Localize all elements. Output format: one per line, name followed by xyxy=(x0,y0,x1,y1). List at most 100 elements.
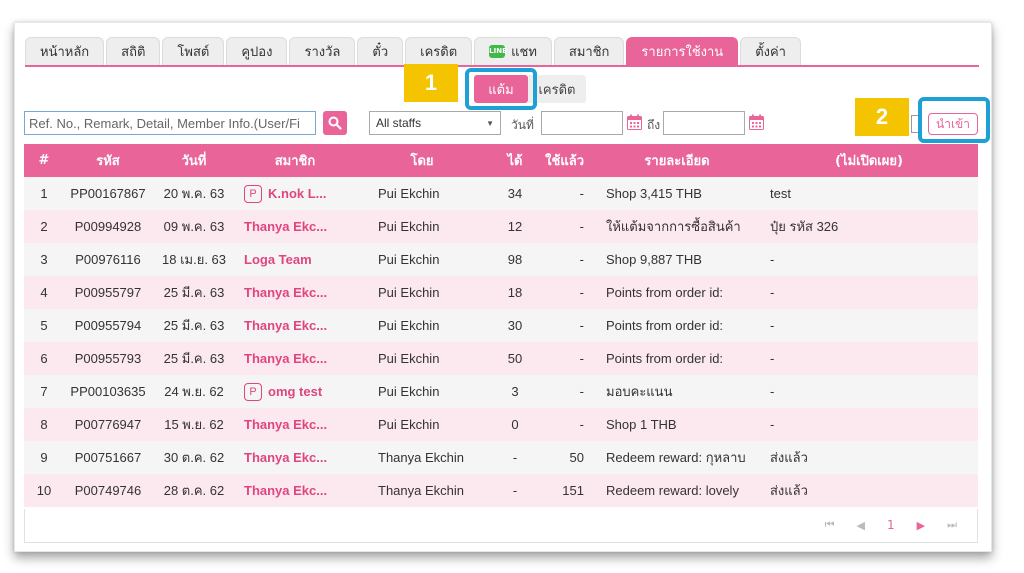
col-member-header[interactable]: สมาชิก xyxy=(236,150,358,171)
member-name-link[interactable]: Thanya Ekc... xyxy=(244,417,327,432)
member-cell[interactable]: Pomg test xyxy=(236,382,358,401)
search-button[interactable] xyxy=(323,111,347,135)
cell-used: - xyxy=(579,384,584,399)
usage-panel: หน้าหลัก สถิติ โพสต์ คูปอง รางวัล ตั๋ว เครดิต L… xyxy=(14,22,992,552)
member-cell[interactable]: Thanya Ekc... xyxy=(236,417,358,432)
cell-code: PP00167867 xyxy=(70,186,146,201)
table-row[interactable]: 8 P00776947 15 พ.ย. 62 Thanya Ekc... Pui Ekc… xyxy=(24,408,978,441)
table-row[interactable]: 9 P00751667 30 ต.ค. 62 Thanya Ekc... Thanya … xyxy=(24,441,978,474)
table-row[interactable]: 1 PP00167867 20 พ.ค. 63 P K.nok L... Pui Ekch… xyxy=(24,177,978,210)
tab-label: สมาชิก xyxy=(568,45,610,60)
search-input[interactable] xyxy=(24,111,316,135)
staff-select[interactable]: All staffs ▼ xyxy=(369,111,501,135)
table-row[interactable]: 7 PP00103635 24 พ.ย. 62 Pomg test Pui Ekchin… xyxy=(24,375,978,408)
tab-stats[interactable]: สถิติ xyxy=(106,37,161,65)
tab-settings[interactable]: ตั้งค่า xyxy=(740,37,801,65)
member-name-link[interactable]: Thanya Ekc... xyxy=(244,219,327,234)
cell-num: 1 xyxy=(40,186,48,201)
tab-label: โพสต์ xyxy=(177,45,210,60)
table-body: 1 PP00167867 20 พ.ค. 63 P K.nok L... Pui Ekch… xyxy=(24,177,978,507)
cell-used: 50 xyxy=(569,450,584,465)
col-private-header[interactable]: (ไม่เปิดเผย) xyxy=(764,150,978,171)
tab-label: เครดิต xyxy=(420,45,458,60)
first-page-icon[interactable]: ⏮ xyxy=(825,518,835,532)
table-header: # รหัส วันที่ สมาชิก โดย ได้ ใช้แล้ว รายละเอียด… xyxy=(24,144,978,177)
cell-detail: Points from order id: xyxy=(606,285,724,300)
member-name-link[interactable]: omg test xyxy=(268,384,322,399)
member-name-link[interactable]: Thanya Ekc... xyxy=(244,285,327,300)
col-by-header[interactable]: โดย xyxy=(358,150,490,171)
tab-home[interactable]: หน้าหลัก xyxy=(25,37,105,65)
col-number-header[interactable]: # xyxy=(24,153,64,168)
member-name-link[interactable]: Loga Team xyxy=(244,252,312,267)
cell-detail: Redeem reward: lovely xyxy=(606,483,739,498)
cell-private: ปุ๋ย รหัส 326 xyxy=(770,219,839,234)
calendar-icon[interactable] xyxy=(749,114,764,130)
member-type-badge: P xyxy=(244,382,262,401)
member-cell[interactable]: Thanya Ekc... xyxy=(236,450,358,465)
tab-usage[interactable]: รายการใช้งาน xyxy=(626,37,739,65)
tab-label: รางวัล xyxy=(304,45,341,60)
col-code-header[interactable]: รหัส xyxy=(64,150,152,171)
cell-detail: Shop 9,887 THB xyxy=(606,252,702,267)
table-row[interactable]: 2 P00994928 09 พ.ค. 63 Thanya Ekc... Pui Ekc… xyxy=(24,210,978,243)
tab-coupons[interactable]: คูปอง xyxy=(226,37,288,65)
next-page-icon[interactable]: ▶ xyxy=(917,519,925,532)
table-row[interactable]: 6 P00955793 25 มี.ค. 63 Thanya Ekc... Pui Ek… xyxy=(24,342,978,375)
date-from-input[interactable] xyxy=(541,111,623,135)
callout-highlight-1 xyxy=(465,68,537,110)
cell-num: 5 xyxy=(40,318,48,333)
cell-private: ส่งแล้ว xyxy=(770,450,808,465)
member-cell[interactable]: Loga Team xyxy=(236,252,358,267)
col-used-header[interactable]: ใช้แล้ว xyxy=(540,150,594,171)
table-row[interactable]: 5 P00955794 25 มี.ค. 63 Thanya Ekc... Pui Ek… xyxy=(24,309,978,342)
cell-got: 50 xyxy=(507,351,523,366)
table-row[interactable]: 3 P00976116 18 เม.ย. 63 Loga Team Pui Ekchin… xyxy=(24,243,978,276)
cell-got: - xyxy=(512,483,518,498)
date-from-label: วันที่ xyxy=(511,118,534,132)
tab-rewards[interactable]: รางวัล xyxy=(289,37,356,65)
cell-private: ส่งแล้ว xyxy=(770,483,808,498)
cell-got: - xyxy=(512,450,518,465)
cell-private: test xyxy=(770,186,791,201)
cell-got: 98 xyxy=(507,252,523,267)
table-row[interactable]: 4 P00955797 25 มี.ค. 63 Thanya Ekc... Pui Ek… xyxy=(24,276,978,309)
calendar-icon[interactable] xyxy=(627,114,642,130)
col-date-header[interactable]: วันที่ xyxy=(152,150,236,171)
tab-members[interactable]: สมาชิก xyxy=(553,37,625,65)
current-page[interactable]: 1 xyxy=(887,518,895,532)
member-cell[interactable]: Thanya Ekc... xyxy=(236,351,358,366)
tab-posts[interactable]: โพสต์ xyxy=(162,37,225,65)
tab-chat[interactable]: LINE แชท xyxy=(474,37,552,65)
table-row[interactable]: 10 P00749746 28 ต.ค. 62 Thanya Ekc... Thanya… xyxy=(24,474,978,507)
cell-detail: Shop 1 THB xyxy=(606,417,677,432)
member-cell[interactable]: Thanya Ekc... xyxy=(236,219,358,234)
prev-page-icon[interactable]: ◀ xyxy=(857,519,865,532)
col-got-header[interactable]: ได้ xyxy=(490,150,540,171)
cell-code: P00955793 xyxy=(74,351,142,366)
member-cell[interactable]: Thanya Ekc... xyxy=(236,285,358,300)
cell-date: 25 มี.ค. 63 xyxy=(163,351,225,366)
member-cell[interactable]: P K.nok L... xyxy=(236,184,358,203)
member-name-link[interactable]: Thanya Ekc... xyxy=(244,450,327,465)
tab-label: หน้าหลัก xyxy=(40,45,90,60)
member-name-link[interactable]: Thanya Ekc... xyxy=(244,351,327,366)
cell-detail: Shop 3,415 THB xyxy=(606,186,702,201)
staff-select-value: All staffs xyxy=(376,116,422,130)
member-name-link[interactable]: K.nok L... xyxy=(268,186,327,201)
member-name-link[interactable]: Thanya Ekc... xyxy=(244,483,327,498)
cell-num: 3 xyxy=(40,252,48,267)
cell-code: P00955797 xyxy=(74,285,142,300)
cell-date: 20 พ.ค. 63 xyxy=(163,186,225,201)
cell-got: 34 xyxy=(507,186,523,201)
member-cell[interactable]: Thanya Ekc... xyxy=(236,318,358,333)
last-page-icon[interactable]: ⏭ xyxy=(947,518,957,532)
member-cell[interactable]: Thanya Ekc... xyxy=(236,483,358,498)
tab-tickets[interactable]: ตั๋ว xyxy=(357,37,404,65)
cell-used: - xyxy=(579,219,584,234)
cell-date: 15 พ.ย. 62 xyxy=(164,417,224,432)
date-to-input[interactable] xyxy=(663,111,745,135)
col-detail-header[interactable]: รายละเอียด xyxy=(594,150,764,171)
tab-credit[interactable]: เครดิต xyxy=(405,37,473,65)
member-name-link[interactable]: Thanya Ekc... xyxy=(244,318,327,333)
